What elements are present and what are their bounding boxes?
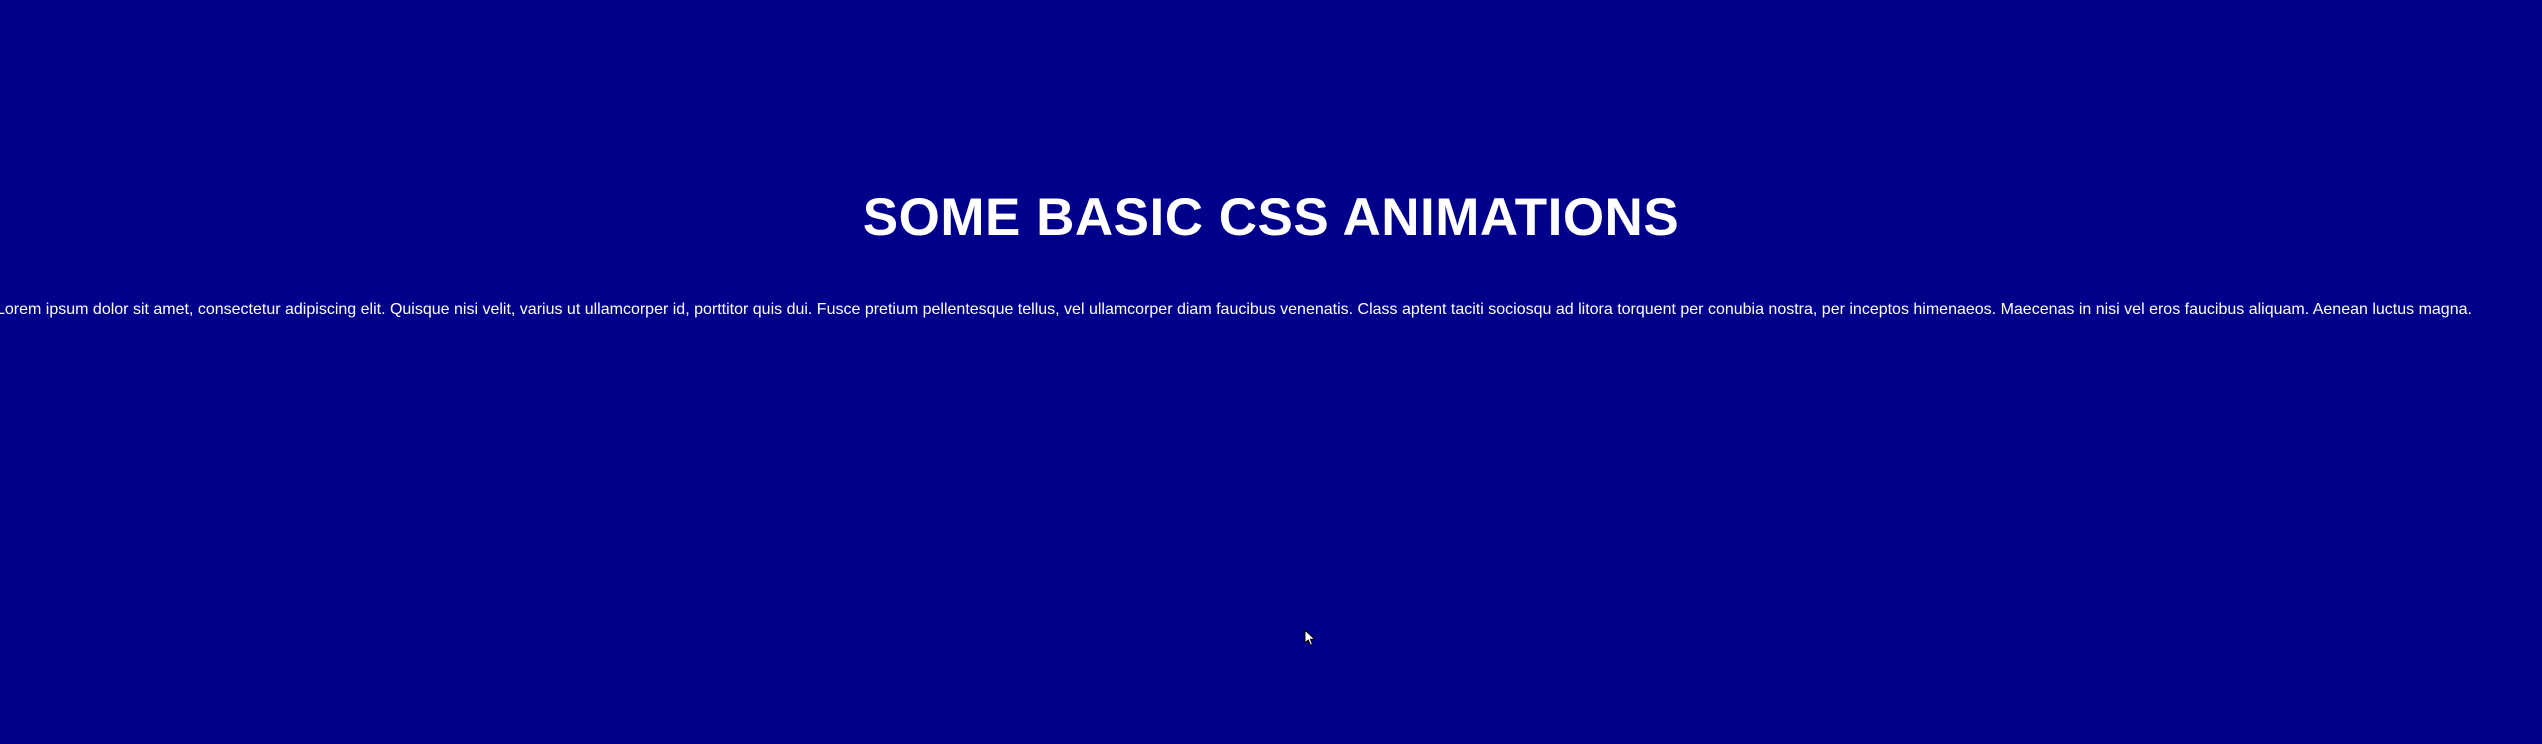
body-paragraph: Lorem ipsum dolor sit amet, consectetur … xyxy=(0,301,2472,318)
arrow-cursor-icon xyxy=(1304,629,1316,647)
page: SOME BASIC CSS ANIMATIONS Lorem ipsum do… xyxy=(0,0,2542,744)
page-title: SOME BASIC CSS ANIMATIONS xyxy=(862,188,1680,247)
